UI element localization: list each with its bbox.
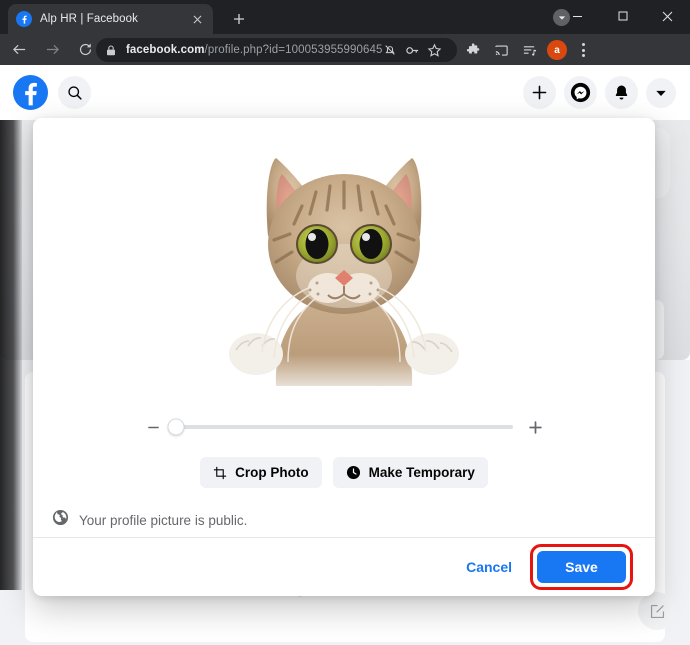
- close-icon[interactable]: [189, 11, 205, 27]
- window-controls: [555, 0, 690, 32]
- profile-initial: a: [547, 40, 567, 60]
- cat-profile-photo: [214, 136, 474, 386]
- globe-icon: [52, 509, 69, 531]
- profile-picture-editor-dialog: Crop Photo Make Temporary Your profile p…: [33, 118, 655, 596]
- privacy-notice: Your profile picture is public.: [52, 509, 655, 531]
- three-dots-icon[interactable]: [572, 37, 594, 63]
- privacy-text: Your profile picture is public.: [79, 512, 248, 528]
- new-tab-button[interactable]: [228, 8, 250, 30]
- media-playlist-icon[interactable]: [516, 37, 542, 63]
- avatar[interactable]: a: [544, 37, 570, 63]
- account-menu-button[interactable]: [646, 77, 676, 108]
- make-temporary-button[interactable]: Make Temporary: [332, 457, 488, 488]
- cast-icon[interactable]: [488, 37, 514, 63]
- browser-toolbar: facebook.com/profile.php?id=100053955990…: [0, 34, 690, 65]
- omnibox-actions: [380, 40, 444, 60]
- close-icon[interactable]: [645, 0, 690, 32]
- cancel-label: Cancel: [466, 559, 512, 575]
- maximize-icon[interactable]: [600, 0, 645, 32]
- arrow-left-icon[interactable]: [5, 36, 33, 64]
- lock-icon: [106, 44, 118, 56]
- crop-photo-button[interactable]: Crop Photo: [200, 457, 322, 488]
- url-text: facebook.com/profile.php?id=100053955990…: [126, 44, 383, 56]
- minus-icon[interactable]: [143, 417, 163, 437]
- crop-photo-label: Crop Photo: [235, 465, 309, 480]
- key-icon[interactable]: [402, 40, 422, 60]
- notifications-button[interactable]: [605, 76, 638, 109]
- cancel-button[interactable]: Cancel: [452, 550, 526, 584]
- minimize-icon[interactable]: [555, 0, 600, 32]
- facebook-icon: [16, 11, 32, 27]
- plus-icon[interactable]: [525, 417, 545, 437]
- edit-pencil-icon[interactable]: [638, 592, 676, 630]
- tab-title: Alp HR | Facebook: [40, 13, 139, 25]
- notifications-off-icon[interactable]: [380, 40, 400, 60]
- facebook-header: [0, 65, 690, 120]
- photo-actions: Crop Photo Make Temporary: [33, 457, 655, 488]
- puzzle-icon[interactable]: [460, 37, 486, 63]
- crop-icon: [213, 466, 227, 480]
- slider-thumb[interactable]: [167, 418, 185, 436]
- browser-chrome: Alp HR | Facebook facebook.com/profile.p…: [0, 0, 690, 65]
- facebook-logo-icon[interactable]: [13, 75, 48, 110]
- zoom-slider[interactable]: [33, 408, 655, 446]
- reload-icon[interactable]: [71, 36, 99, 64]
- screenshot-root: Alp HR | Facebook facebook.com/profile.p…: [0, 0, 690, 645]
- star-icon[interactable]: [424, 40, 444, 60]
- save-button-highlight: Save: [530, 544, 633, 590]
- url-path: /profile.php?id=100053955990645: [204, 44, 383, 56]
- slider-track[interactable]: [167, 418, 513, 436]
- tab-strip: Alp HR | Facebook: [0, 0, 690, 34]
- make-temporary-label: Make Temporary: [368, 465, 475, 480]
- clock-icon: [346, 465, 361, 480]
- browser-tab[interactable]: Alp HR | Facebook: [8, 4, 213, 34]
- photo-preview-area[interactable]: [33, 118, 655, 408]
- dialog-footer: Cancel Save: [33, 537, 655, 596]
- arrow-right-icon[interactable]: [38, 36, 66, 64]
- viewport-left-shade: [0, 65, 22, 590]
- extension-icons: a: [460, 37, 594, 63]
- search-icon[interactable]: [58, 76, 91, 109]
- create-button[interactable]: [523, 76, 556, 109]
- save-label: Save: [565, 559, 598, 575]
- facebook-header-actions: [523, 76, 676, 109]
- url-domain: facebook.com: [126, 44, 205, 56]
- save-button[interactable]: Save: [537, 551, 626, 583]
- messenger-button[interactable]: [564, 76, 597, 109]
